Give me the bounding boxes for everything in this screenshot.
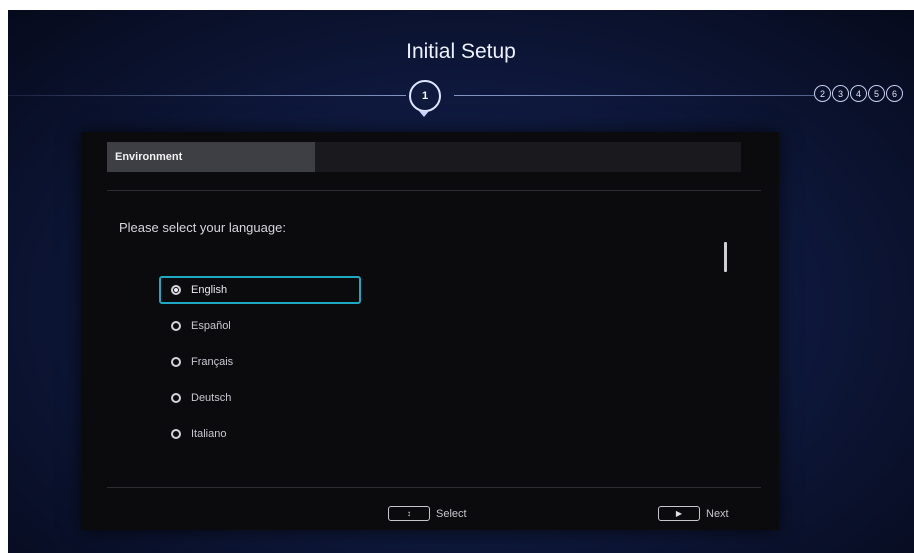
setup-panel: Environment Please select your language:… bbox=[81, 132, 779, 530]
radio-icon bbox=[171, 393, 181, 403]
tab-environment[interactable]: Environment bbox=[107, 142, 315, 172]
language-option-espanol[interactable]: Español bbox=[159, 312, 361, 340]
language-list: English Español Français Deutsch Italian… bbox=[159, 276, 361, 456]
step-indicators-future: 2 3 4 5 6 bbox=[814, 85, 904, 102]
step-indicator-4: 4 bbox=[850, 85, 867, 102]
step-progress-line-right bbox=[454, 95, 814, 96]
language-option-label: Deutsch bbox=[191, 392, 232, 404]
language-option-label: English bbox=[191, 284, 228, 296]
page-title: Initial Setup bbox=[406, 40, 516, 63]
step-indicator-3: 3 bbox=[832, 85, 849, 102]
step-indicator-5: 5 bbox=[868, 85, 885, 102]
language-option-label: Español bbox=[191, 320, 231, 332]
panel-tab-bar: Environment bbox=[107, 142, 741, 172]
language-option-label: Italiano bbox=[191, 428, 227, 440]
next-hint[interactable]: ▶ Next bbox=[658, 506, 729, 521]
step-progress-line-left bbox=[8, 95, 406, 96]
radio-icon bbox=[171, 321, 181, 331]
tv-screen: Initial Setup 1 2 3 4 5 6 Environment Pl… bbox=[8, 10, 914, 553]
language-prompt: Please select your language: bbox=[119, 220, 286, 235]
language-option-label: Français bbox=[191, 356, 234, 368]
radio-selected-icon bbox=[171, 285, 181, 295]
play-right-icon: ▶ bbox=[658, 506, 700, 521]
footer-divider bbox=[107, 487, 761, 488]
dpad-updown-icon: ↕ bbox=[388, 506, 430, 521]
next-hint-label: Next bbox=[706, 507, 729, 520]
scrollbar[interactable] bbox=[724, 242, 727, 272]
step-indicator-current: 1 bbox=[409, 80, 441, 112]
radio-icon bbox=[171, 429, 181, 439]
language-option-english[interactable]: English bbox=[159, 276, 361, 304]
divider bbox=[107, 190, 761, 191]
language-option-francais[interactable]: Français bbox=[159, 348, 361, 376]
select-hint-label: Select bbox=[436, 507, 467, 520]
language-option-deutsch[interactable]: Deutsch bbox=[159, 384, 361, 412]
radio-icon bbox=[171, 357, 181, 367]
step-pointer-icon bbox=[419, 111, 429, 117]
language-option-italiano[interactable]: Italiano bbox=[159, 420, 361, 448]
step-indicator-6: 6 bbox=[886, 85, 903, 102]
select-hint: ↕ Select bbox=[388, 506, 467, 521]
step-indicator-2: 2 bbox=[814, 85, 831, 102]
